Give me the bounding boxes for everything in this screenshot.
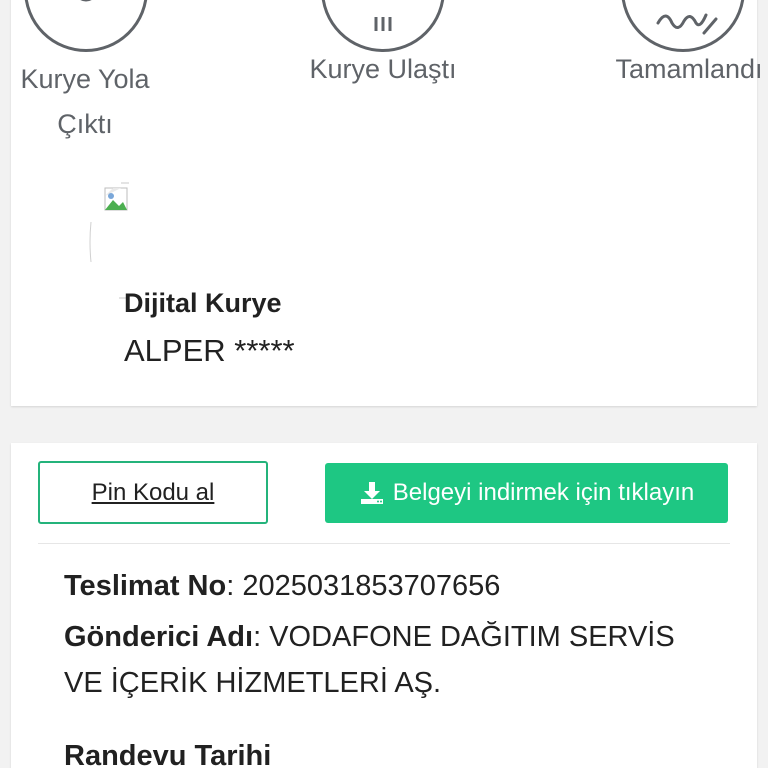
courier-role: Dijital Kurye bbox=[124, 288, 282, 318]
building-icon bbox=[321, 0, 445, 52]
delivery-number-row: Teslimat No: 2025031853707656 bbox=[64, 563, 704, 609]
download-document-label: Belgeyi indirmek için tıklayın bbox=[392, 479, 695, 506]
delivery-tracking-page: Kurye Yola Çıktı Kurye Ulaştı Tamamlandı bbox=[0, 0, 768, 768]
sender-name-key: Gönderici Adı bbox=[64, 621, 254, 653]
divider bbox=[38, 543, 730, 544]
appointment-date-key: Randevu Tarihi bbox=[64, 740, 272, 768]
sender-name-row: Gönderici Adı: VODAFONE DAĞITIM SERVİS V… bbox=[64, 614, 704, 706]
get-pin-code-label: Pin Kodu al bbox=[91, 478, 215, 506]
delivery-number-value: : 2025031853707656 bbox=[226, 570, 501, 602]
scooter-icon bbox=[24, 0, 148, 52]
download-document-button[interactable]: Belgeyi indirmek için tıklayın bbox=[325, 463, 728, 523]
signature-icon bbox=[621, 0, 745, 52]
get-pin-code-button[interactable]: Pin Kodu al bbox=[38, 461, 268, 524]
appointment-date-row: Randevu Tarihi bbox=[64, 733, 704, 768]
download-icon bbox=[360, 482, 383, 504]
tracking-card: Kurye Yola Çıktı Kurye Ulaştı Tamamlandı bbox=[11, 0, 763, 406]
courier-name: ALPER ***** bbox=[124, 333, 295, 368]
step-label-arrived: Kurye Ulaştı bbox=[309, 54, 457, 84]
step-label-on-the-way: Kurye Yola Çıktı bbox=[20, 64, 150, 139]
delivery-number-key: Teslimat No bbox=[64, 570, 227, 602]
broken-image-icon bbox=[89, 182, 129, 300]
step-label-completed: Tamamlandı bbox=[615, 54, 763, 84]
details-card: Pin Kodu al Belgeyi indirmek için tıklay… bbox=[11, 443, 757, 768]
